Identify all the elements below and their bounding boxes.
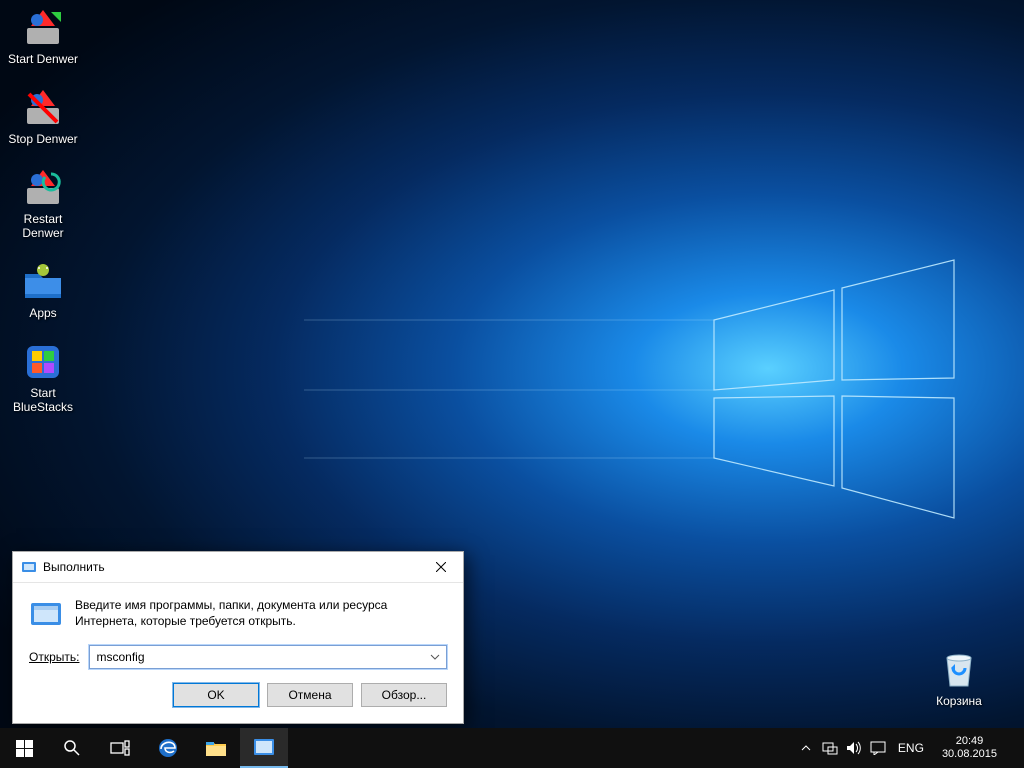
tray-notifications-icon[interactable] xyxy=(870,740,886,756)
desktop-icons-column: Start Denwer Stop Denwer Restart Denwer … xyxy=(6,6,80,414)
title-bar[interactable]: Выполнить xyxy=(13,552,463,583)
tray-clock[interactable]: 20:49 30.08.2015 xyxy=(936,735,1003,761)
task-view-icon xyxy=(110,740,130,756)
desktop-icon-stop-denwer[interactable]: Stop Denwer xyxy=(6,86,80,146)
run-big-icon xyxy=(29,597,63,631)
file-explorer-icon xyxy=(205,738,227,758)
icon-label: Stop Denwer xyxy=(8,132,77,146)
search-button[interactable] xyxy=(48,728,96,768)
button-row: OK Отмена Обзор... xyxy=(13,683,463,723)
denwer-start-icon xyxy=(21,6,65,50)
open-row: Открыть: xyxy=(13,639,463,683)
desktop-icon-recycle-bin[interactable]: Корзина xyxy=(922,648,996,708)
icon-label: Restart Denwer xyxy=(6,212,80,240)
tray-language[interactable]: ENG xyxy=(894,741,928,755)
wallpaper-logo xyxy=(704,260,964,520)
icon-label: Корзина xyxy=(936,694,982,708)
desktop-icons-right: Корзина xyxy=(922,648,996,708)
icon-label: Apps xyxy=(29,306,56,320)
task-view-button[interactable] xyxy=(96,728,144,768)
windows-logo-icon xyxy=(16,740,33,757)
run-dialog-icon xyxy=(21,559,37,575)
open-label: Открыть: xyxy=(29,650,79,664)
open-input[interactable] xyxy=(89,645,447,669)
desktop: Start Denwer Stop Denwer Restart Denwer … xyxy=(0,0,1024,768)
desktop-icon-apps[interactable]: Apps xyxy=(6,260,80,320)
icon-label: Start BlueStacks xyxy=(6,386,80,414)
edge-icon xyxy=(157,737,179,759)
tray-volume-icon[interactable] xyxy=(846,740,862,756)
taskbar: ENG 20:49 30.08.2015 xyxy=(0,728,1024,768)
run-description: Введите имя программы, папки, документа … xyxy=(75,597,447,631)
tray-time: 20:49 xyxy=(942,735,997,748)
close-icon xyxy=(436,562,446,572)
run-taskbar-icon xyxy=(253,738,275,756)
tray-chevron-up-icon[interactable] xyxy=(798,740,814,756)
bluestacks-icon xyxy=(21,340,65,384)
denwer-stop-icon xyxy=(21,86,65,130)
denwer-restart-icon xyxy=(21,166,65,210)
run-dialog: Выполнить Введите имя программы, папки, … xyxy=(12,551,464,724)
run-body: Введите имя программы, папки, документа … xyxy=(13,583,463,639)
taskbar-explorer[interactable] xyxy=(192,728,240,768)
taskbar-run[interactable] xyxy=(240,728,288,768)
recycle-bin-icon xyxy=(937,648,981,692)
tray-date: 30.08.2015 xyxy=(942,748,997,761)
tray-network-icon[interactable] xyxy=(822,740,838,756)
desktop-icon-restart-denwer[interactable]: Restart Denwer xyxy=(6,166,80,240)
search-icon xyxy=(63,739,81,757)
cancel-button[interactable]: Отмена xyxy=(267,683,353,707)
icon-label: Start Denwer xyxy=(8,52,78,66)
desktop-icon-bluestacks[interactable]: Start BlueStacks xyxy=(6,340,80,414)
open-combobox[interactable] xyxy=(89,645,447,669)
title-text: Выполнить xyxy=(43,560,418,574)
taskbar-edge[interactable] xyxy=(144,728,192,768)
browse-button[interactable]: Обзор... xyxy=(361,683,447,707)
desktop-icon-start-denwer[interactable]: Start Denwer xyxy=(6,6,80,66)
start-button[interactable] xyxy=(0,728,48,768)
system-tray: ENG 20:49 30.08.2015 xyxy=(792,728,1024,768)
apps-folder-icon xyxy=(21,260,65,304)
ok-button[interactable]: OK xyxy=(173,683,259,707)
close-button[interactable] xyxy=(418,552,463,582)
